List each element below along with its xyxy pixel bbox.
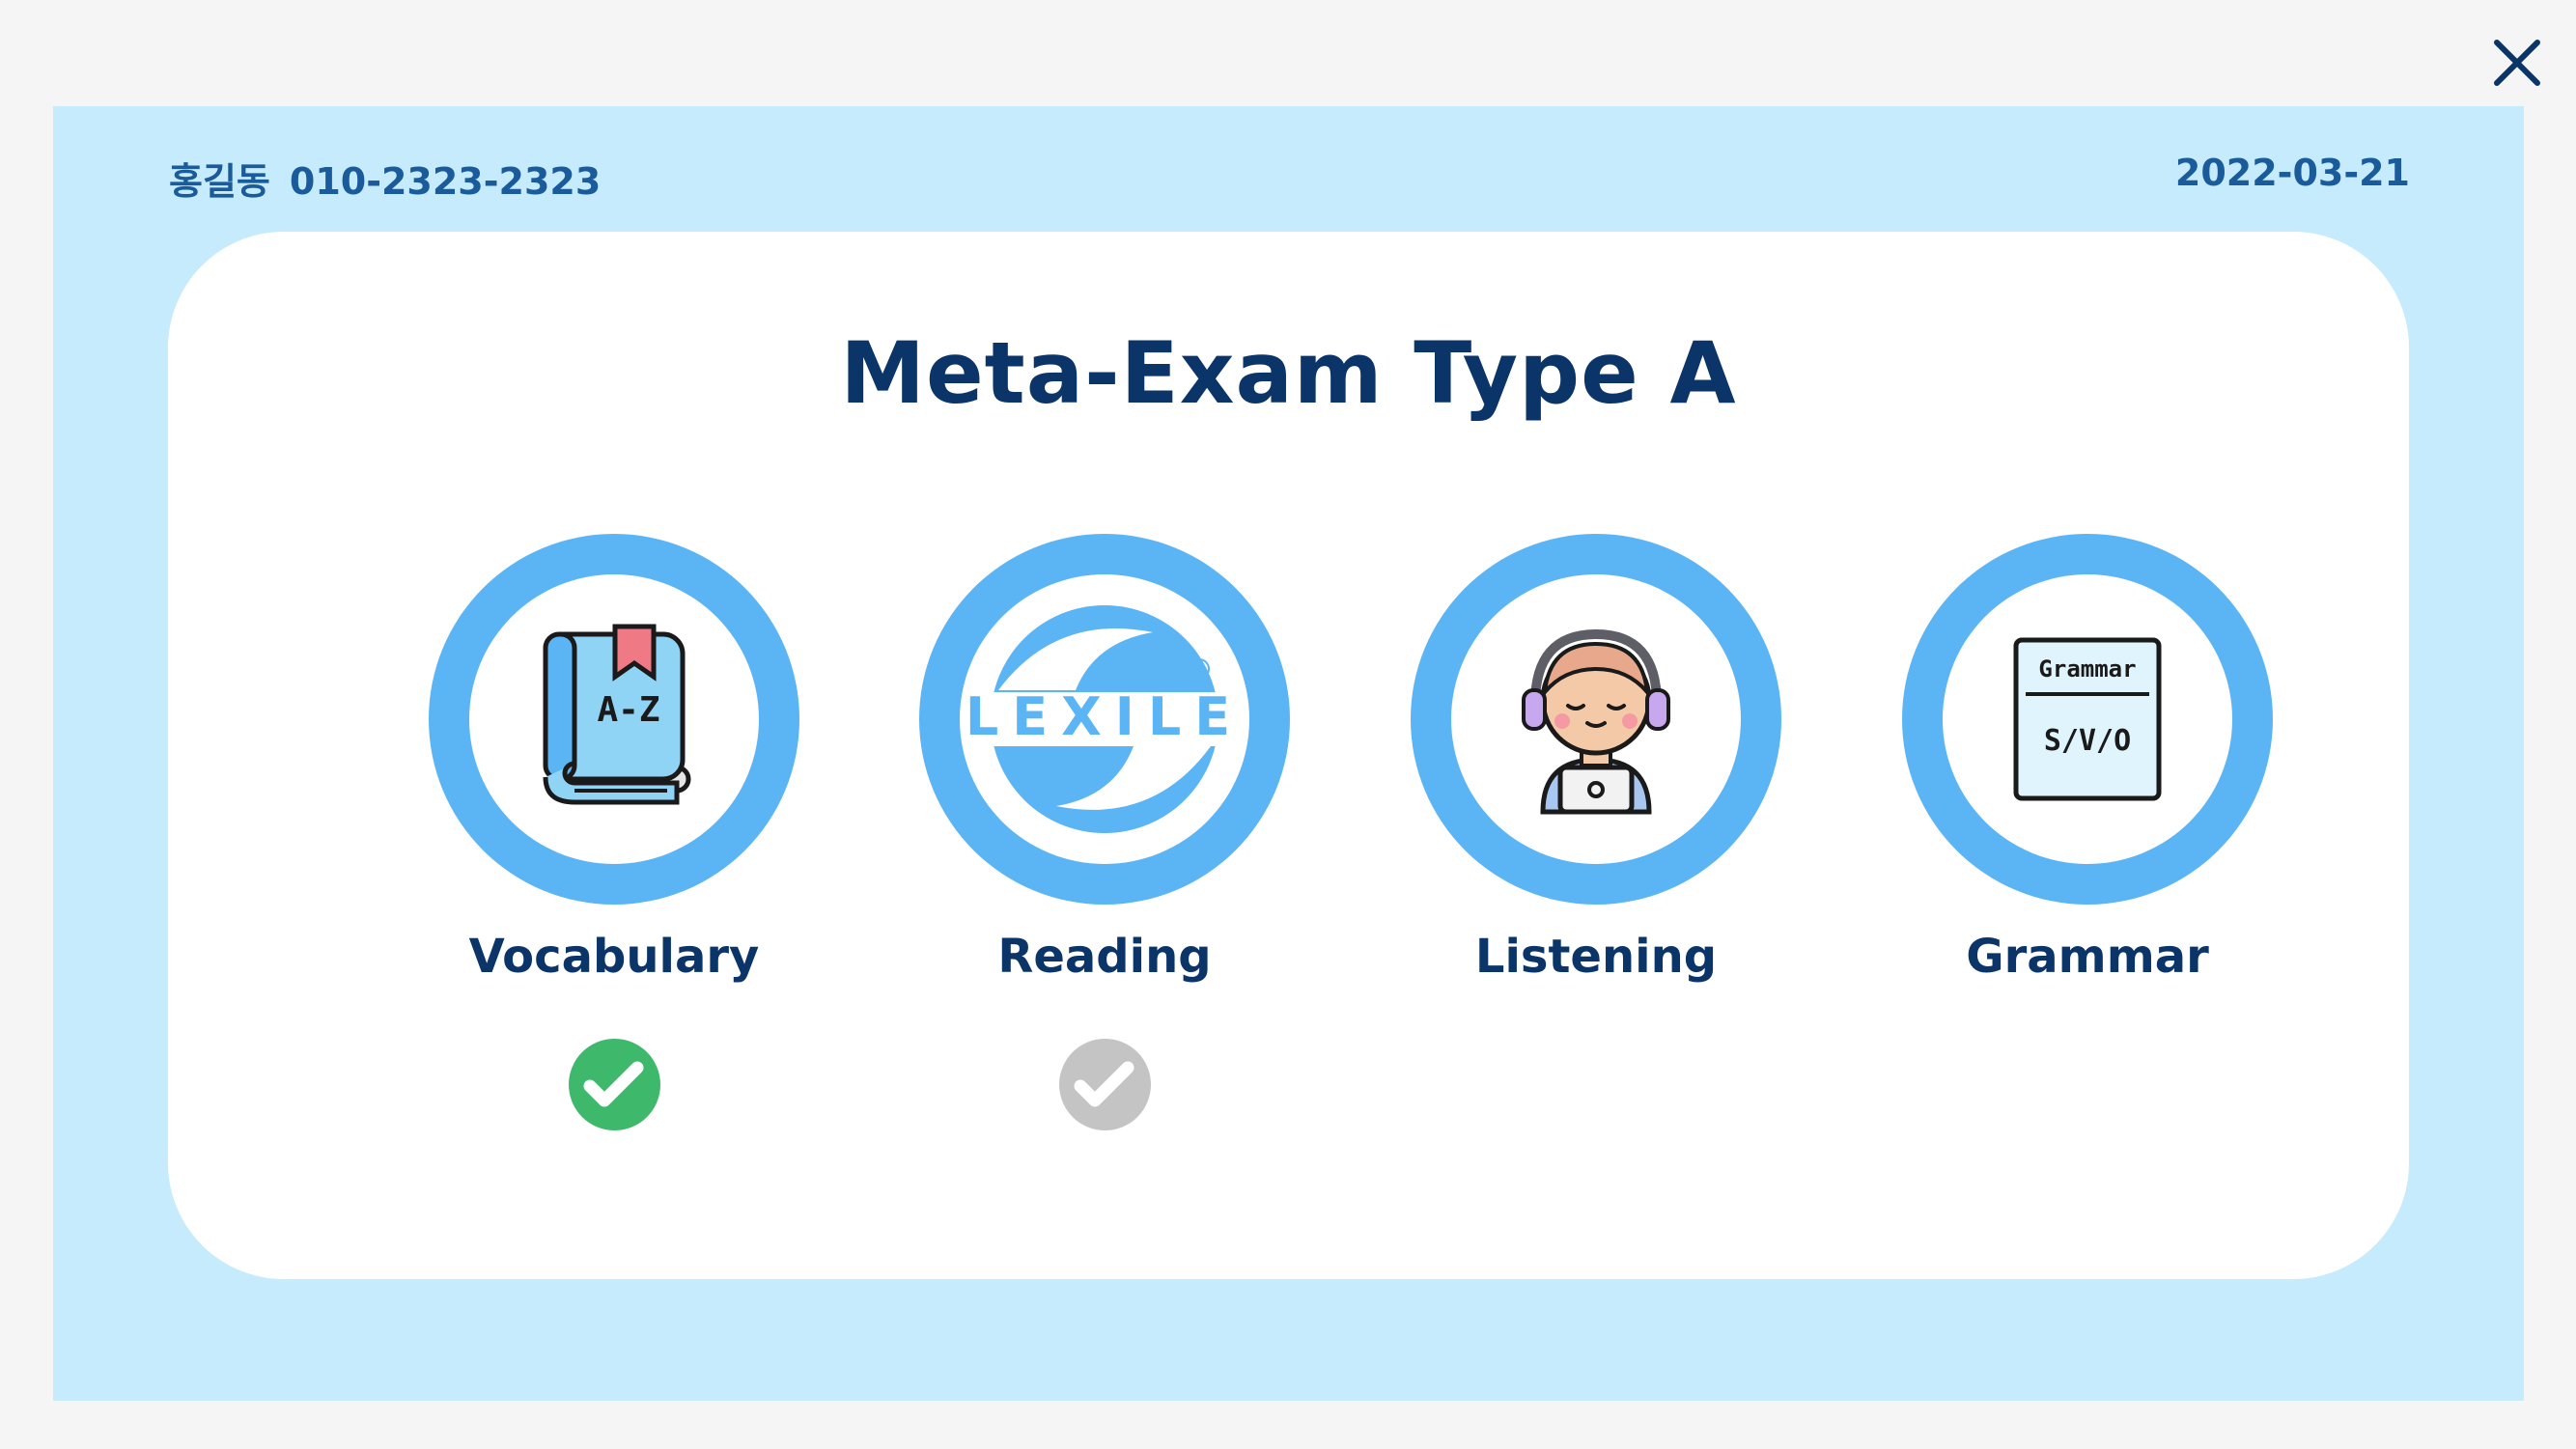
section-label-grammar: Grammar [1966, 930, 2209, 984]
user-info: 홍길동 010-2323-2323 [169, 152, 601, 205]
check-circle-icon [1059, 1039, 1151, 1130]
svg-text:R: R [1194, 663, 1203, 678]
svg-text:Grammar: Grammar [2038, 655, 2136, 683]
section-button-listening[interactable] [1411, 534, 1781, 905]
svg-text:LEXILE: LEXILE [966, 686, 1244, 747]
section-listening[interactable]: Listening [1411, 534, 1781, 984]
student-headphones-icon [1522, 628, 1670, 815]
lexile-logo: LEXILE R [966, 605, 1244, 833]
section-button-vocabulary[interactable]: A-Z [429, 534, 799, 905]
exam-panel: 홍길동 010-2323-2323 2022-03-21 Meta-Exam Ty… [53, 106, 2524, 1401]
section-label-reading: Reading [997, 930, 1212, 984]
status-check-completed [569, 1039, 660, 1130]
exam-card: Meta-Exam Type A A-Z Vocabulary LEXILE R… [168, 232, 2409, 1279]
check-circle-icon [569, 1039, 660, 1130]
dictionary-book-icon: A-Z [543, 624, 691, 805]
section-label-listening: Listening [1474, 930, 1718, 984]
section-grammar[interactable]: Grammar S/V/O Grammar [1902, 534, 2273, 984]
exam-date: 2022-03-21 [2174, 152, 2410, 194]
user-phone: 010-2323-2323 [289, 160, 602, 203]
status-check-pending [1059, 1039, 1151, 1130]
page-title: Meta-Exam Type A [840, 323, 1737, 423]
close-button[interactable] [2487, 33, 2547, 93]
section-button-grammar[interactable]: Grammar S/V/O [1902, 534, 2273, 905]
close-icon [2494, 40, 2540, 86]
svg-text:A-Z: A-Z [597, 690, 659, 730]
section-reading[interactable]: LEXILE R Reading [919, 534, 1290, 1130]
section-label-vocabulary: Vocabulary [468, 930, 760, 984]
section-button-reading[interactable]: LEXILE R [919, 534, 1290, 905]
section-vocabulary[interactable]: A-Z Vocabulary [429, 534, 799, 1130]
user-name: 홍길동 [169, 160, 270, 203]
svg-text:S/V/O: S/V/O [2044, 724, 2131, 758]
grammar-sheet-icon: Grammar S/V/O [2013, 637, 2162, 801]
